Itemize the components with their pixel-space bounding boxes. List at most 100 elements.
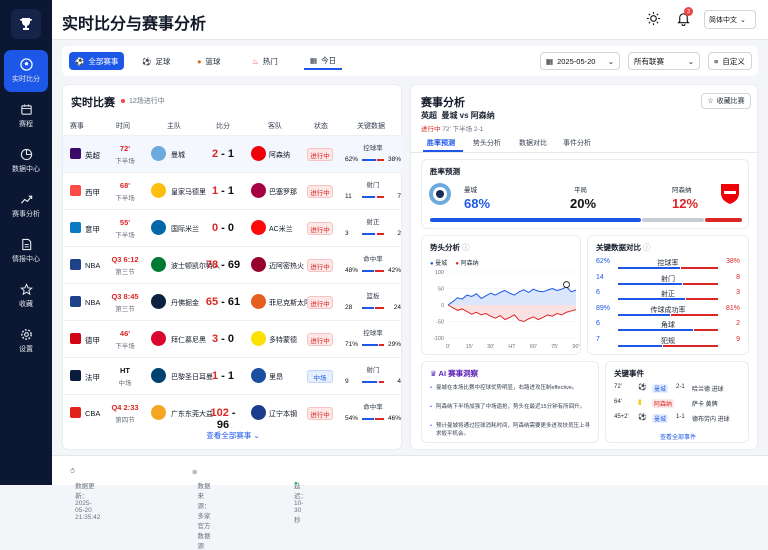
stat-bar-away xyxy=(375,418,384,420)
table-row[interactable]: 英超 72' 下半场 曼城 2 - 1 阿森纳 进行中 控球率 62% 38% xyxy=(63,135,403,172)
tab-label: 足球 xyxy=(155,56,171,66)
sidebar-item-analysis[interactable]: 赛事分析 xyxy=(4,185,48,227)
event-team: 曼城 xyxy=(652,414,669,423)
top-bar: 实时比分与赛事分析 3 简体中文 ⌄ xyxy=(52,0,768,40)
sidebar-item-intel[interactable]: 情报中心 xyxy=(4,230,48,272)
away-score: 0 xyxy=(227,333,235,345)
sidebar-item-schedule[interactable]: 赛程 xyxy=(4,95,48,137)
table-row[interactable]: NBA Q3 8:45 第三节 丹佛掘金 65 - 61 菲尼克斯太阳 进行中 篮板 28 24 xyxy=(63,283,403,320)
match-score: 78 - 69 xyxy=(203,259,243,271)
stat-bar-home xyxy=(362,418,374,420)
draw-label: 平局 xyxy=(574,187,587,194)
ai-insight-card: ♛ AI 赛事洞察 • 曼城在本场比赛中控球优势明显，右路进攻压制effectiv… xyxy=(421,361,599,443)
league-logo-icon xyxy=(70,185,81,196)
status-badge: 进行中 xyxy=(307,148,333,161)
match-score: 2 - 1 xyxy=(203,148,243,160)
key-data-card: 关键数据对比 ⓘ 62% 控球率 38% 14 射门 8 6 射正 3 89% 传球成功率 81% 6 角… xyxy=(587,235,749,355)
stat-bar xyxy=(362,418,384,420)
league-name: CBA xyxy=(85,409,101,418)
key-stat: 控球率 71% 29% xyxy=(345,327,401,353)
tab-data-compare[interactable]: 数据对比 xyxy=(519,138,547,148)
league-value: 所有联赛 xyxy=(634,56,664,66)
trophy-logo-icon[interactable] xyxy=(11,9,41,39)
pred-bar-away xyxy=(704,218,742,222)
tab-today[interactable]: ▦ 今日 xyxy=(304,52,343,70)
table-row[interactable]: 意甲 55' 下半场 国际米兰 0 - 0 AC米兰 进行中 射正 3 2 xyxy=(63,209,403,246)
table-row[interactable]: 西甲 68' 下半场 皇家马德里 1 - 1 巴塞罗那 进行中 射门 11 7 xyxy=(63,172,403,209)
info-icon: ⓘ xyxy=(462,243,470,252)
x-tick-label: 15' xyxy=(466,344,473,350)
y-tick-label: 100 xyxy=(435,270,444,276)
tab-win-prediction[interactable]: 胜率预测 xyxy=(427,138,455,148)
analysis-panel: 赛事分析 ☆ 收藏比赛 英超 曼城 vs 阿森纳 进行中 72' 下半场 2-1 … xyxy=(410,84,759,450)
y-tick-label: -100 xyxy=(433,336,444,342)
x-tick-label: 30' xyxy=(487,344,494,350)
kd-home-bar xyxy=(618,313,671,316)
language-select[interactable]: 简体中文 ⌄ xyxy=(704,10,756,29)
kd-home-bar xyxy=(618,298,685,300)
home-team-label: 曼城 xyxy=(464,187,477,194)
prediction-title: 胜率预测 xyxy=(430,167,460,176)
stat-away: 7 xyxy=(397,193,401,200)
away-team: 辽宁本钢 xyxy=(269,411,297,418)
live-count: 12场进行中 xyxy=(121,96,165,106)
tab-all[interactable]: ⚽ 全部赛事 xyxy=(69,52,125,70)
events-title: 关键事件 xyxy=(614,369,644,378)
status-badge: 进行中 xyxy=(307,333,333,346)
key-events-card: 关键事件 72' ⚽ 曼城 2-1 哈兰德 进球 64' ▮ 阿森纳 萨卡 黄牌 45+2' ⚽ 曼城… xyxy=(605,361,749,443)
league-logo-icon xyxy=(70,296,81,307)
favorite-match-button[interactable]: ☆ 收藏比赛 xyxy=(701,93,751,109)
view-all-events-link[interactable]: 查看全部事件 xyxy=(606,432,750,441)
stat-label: 射门 xyxy=(366,182,380,189)
kd-away-bar xyxy=(685,298,718,300)
match-score: 1 - 1 xyxy=(203,370,243,382)
sun-theme-icon[interactable] xyxy=(646,11,661,26)
stat-home: 9 xyxy=(345,378,349,385)
stat-label: 篮板 xyxy=(366,293,380,300)
status-badge: 进行中 xyxy=(307,185,333,198)
key-stat: 控球率 62% 38% xyxy=(345,142,401,168)
sidebar-item-favorites[interactable]: 收藏 xyxy=(4,275,48,317)
robot-icon: ♛ xyxy=(430,369,437,378)
table-row[interactable]: NBA Q3 6:12 第三节 波士顿凯尔特人 78 - 69 迈阿密热火 进行中 命中率 48… xyxy=(63,246,403,283)
tab-events[interactable]: 事件分析 xyxy=(563,138,591,148)
kd-away-bar xyxy=(671,313,718,316)
match-clock: Q3 6:12 第三节 xyxy=(105,255,145,276)
tab-hot[interactable]: ♨ 热门 xyxy=(246,52,284,70)
table-row[interactable]: 德甲 46' 下半场 拜仁慕尼黑 3 - 0 多特蒙德 进行中 控球率 71% 29% xyxy=(63,320,403,357)
sidebar-item-settings[interactable]: 设置 xyxy=(4,320,48,362)
date-picker[interactable]: ▦ 2025-05-20 ⌄ xyxy=(540,52,620,70)
ai-insight-text: 曼城在本场比赛中控球优势明显，右路进攻压制effective。 xyxy=(436,385,578,391)
view-all-matches-link[interactable]: 查看全部赛事 ⌄ xyxy=(63,430,403,441)
custom-button[interactable]: ≡ 自定义 xyxy=(708,52,752,70)
score-dash: - xyxy=(218,148,228,160)
kd-away-bar xyxy=(694,329,718,331)
league-name: 西甲 xyxy=(85,188,100,197)
date-value: 2025-05-20 xyxy=(557,56,596,66)
match-status-badge: 进行中 xyxy=(421,126,441,133)
sidebar-item-label: 实时比分 xyxy=(12,76,40,83)
document-icon xyxy=(21,238,31,251)
away-crest-icon xyxy=(251,294,266,309)
sidebar-item-live-score[interactable]: 实时比分 xyxy=(4,50,48,92)
stat-home: 71% xyxy=(345,341,359,348)
win-prediction-card: 胜率预测 曼城 68% 平局 20% 阿森纳 12% xyxy=(421,159,749,229)
grid-icon: ⚽ xyxy=(75,56,85,66)
yellow-card-icon: ▮ xyxy=(638,399,642,406)
tab-momentum[interactable]: 势头分析 xyxy=(473,138,501,148)
sidebar-item-data-center[interactable]: 数据中心 xyxy=(4,140,48,182)
kd-away-value: 8 xyxy=(736,273,740,281)
league-select[interactable]: 所有联赛 ⌄ xyxy=(628,52,700,70)
stat-bar xyxy=(362,196,384,198)
table-row[interactable]: 法甲 HT 中场 巴黎圣日耳曼 1 - 1 里昂 中场 射门 9 4 xyxy=(63,357,403,394)
stat-away: 38% xyxy=(387,156,401,163)
divider xyxy=(411,152,759,153)
stat-bar xyxy=(362,307,384,309)
kd-home-value: 89% xyxy=(596,304,611,312)
stat-label: 射正 xyxy=(366,219,380,226)
table-row[interactable]: CBA Q4 2:33 第四节 广东东莞大益 102 - 96 辽宁本钢 进行中 命中率 54%… xyxy=(63,394,403,431)
event-score: 2-1 xyxy=(676,384,685,390)
tab-football[interactable]: ⚽ 足球 xyxy=(136,52,176,70)
tab-basketball[interactable]: ● 篮球 xyxy=(191,52,227,70)
away-team-label: 阿森纳 xyxy=(672,187,692,194)
